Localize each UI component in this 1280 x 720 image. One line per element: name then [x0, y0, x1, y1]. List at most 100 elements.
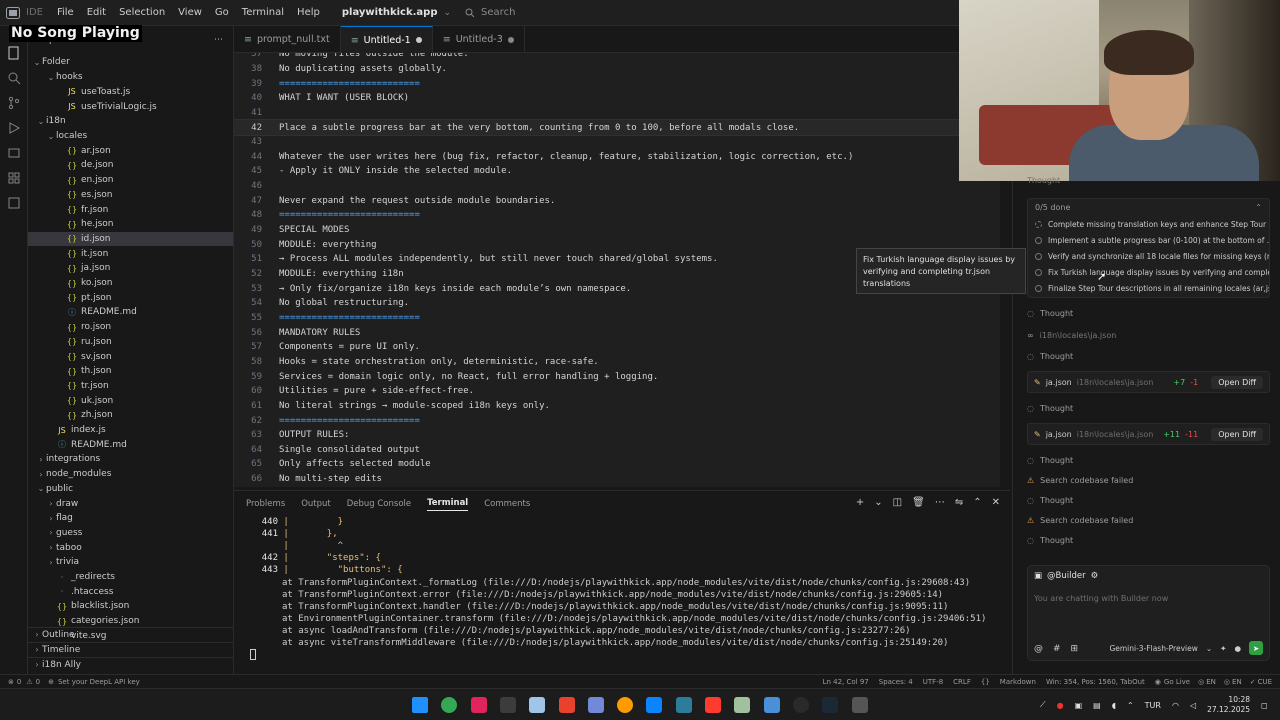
- send-button[interactable]: ➤: [1249, 641, 1263, 655]
- microphone-icon[interactable]: ●: [1234, 644, 1241, 653]
- window-info[interactable]: Win: 354, Pos: 1560, TabOut: [1046, 678, 1145, 686]
- warnings-count[interactable]: 0: [36, 678, 40, 686]
- taskbar-app-icon[interactable]: [851, 697, 868, 713]
- todo-item[interactable]: Implement a subtle progress bar (0-100) …: [1028, 232, 1269, 248]
- folder-item[interactable]: › taboo: [28, 540, 233, 555]
- menu-terminal[interactable]: Terminal: [242, 7, 284, 18]
- thought-row[interactable]: ◌ Thought: [1027, 352, 1073, 361]
- notifications-icon[interactable]: ◻: [1261, 701, 1268, 710]
- collapse-icon[interactable]: ⌃: [1255, 203, 1262, 212]
- search-failed-row[interactable]: ⚠ Search codebase failed: [1027, 516, 1133, 525]
- taskbar-app-icon[interactable]: [792, 697, 809, 713]
- code-line[interactable]: 59 Services = domain logic only, no React…: [234, 369, 1000, 384]
- code-line[interactable]: 45 - Apply it ONLY inside the selected mo…: [234, 164, 1000, 179]
- file-item[interactable]: {} de.json: [28, 158, 233, 173]
- code-line[interactable]: 41: [234, 106, 1000, 121]
- volume-icon[interactable]: ◁: [1190, 701, 1196, 710]
- folder-item[interactable]: › trivia: [28, 555, 233, 570]
- cue-item[interactable]: CUE: [1258, 678, 1272, 686]
- more-actions-icon[interactable]: ⋯: [214, 35, 223, 45]
- folder-item[interactable]: › node_modules: [28, 467, 233, 482]
- menu-file[interactable]: File: [57, 7, 74, 18]
- chat-tray-icon[interactable]: ▣: [1075, 701, 1083, 710]
- input-language[interactable]: TUR: [1145, 701, 1161, 710]
- menu-edit[interactable]: Edit: [87, 7, 106, 18]
- chevron-up-icon[interactable]: ⌃: [1127, 701, 1134, 710]
- hash-icon[interactable]: #: [1053, 644, 1061, 654]
- search-failed-row[interactable]: ⚠ Search codebase failed: [1027, 476, 1133, 485]
- file-item[interactable]: · .htaccess: [28, 585, 233, 600]
- tab-untitled-3[interactable]: ≡ Untitled-3: [433, 26, 525, 53]
- file-item[interactable]: {} ro.json: [28, 320, 233, 335]
- taskbar-app-icon[interactable]: [470, 697, 487, 713]
- file-item[interactable]: JS useToast.js: [28, 85, 233, 100]
- source-control-icon[interactable]: [0, 90, 28, 115]
- code-line[interactable]: 65 Only affects selected module: [234, 457, 1000, 472]
- unsaved-dot-icon[interactable]: [415, 37, 422, 43]
- file-item[interactable]: ⓘ README.md: [28, 305, 233, 320]
- chevron-down-icon[interactable]: ⌄: [1206, 644, 1212, 653]
- project-switcher[interactable]: playwithkick.app: [342, 7, 438, 18]
- agent-selector[interactable]: ▣ @Builder ⚙: [1034, 571, 1098, 581]
- encoding-setting[interactable]: UTF-8: [923, 678, 943, 686]
- indent-setting[interactable]: Spaces: 4: [879, 678, 913, 686]
- search-icon[interactable]: [0, 65, 28, 90]
- code-line[interactable]: 47 Never expand the request outside modul…: [234, 194, 1000, 209]
- folder-root[interactable]: ⌄ Folder: [28, 55, 233, 70]
- pen-icon[interactable]: ⟋: [1040, 700, 1046, 710]
- taskbar-app-icon[interactable]: [705, 697, 721, 713]
- file-item[interactable]: {} pt.json: [28, 291, 233, 306]
- path-ref-row[interactable]: ∞ i18n\locales\ja.json: [1027, 331, 1116, 340]
- app-logo-icon[interactable]: [0, 0, 26, 26]
- code-line[interactable]: 63 OUTPUT RULES:: [234, 428, 1000, 443]
- thought-row[interactable]: ◌ Thought: [1027, 496, 1073, 505]
- folder-item[interactable]: ⌄ hooks: [28, 70, 233, 85]
- command-search[interactable]: Search: [465, 7, 515, 18]
- explorer-icon[interactable]: [0, 40, 28, 65]
- file-item[interactable]: {} th.json: [28, 364, 233, 379]
- record-icon[interactable]: ●: [1057, 701, 1064, 710]
- taskbar-app-icon[interactable]: [558, 697, 575, 713]
- taskbar-app-icon[interactable]: [646, 697, 663, 713]
- code-line[interactable]: 61 No literal strings → module-scoped i18…: [234, 399, 1000, 414]
- taskbar-app-icon[interactable]: [675, 697, 692, 713]
- close-panel-icon[interactable]: ✕: [992, 497, 1000, 508]
- cursor-position[interactable]: Ln 42, Col 97: [823, 678, 869, 686]
- taskbar-app-icon[interactable]: [734, 697, 751, 713]
- file-item[interactable]: {} fr.json: [28, 202, 233, 217]
- thought-row[interactable]: Thought: [1027, 176, 1060, 185]
- code-line[interactable]: 40 WHAT I WANT (USER BLOCK): [234, 91, 1000, 106]
- file-item[interactable]: {} he.json: [28, 217, 233, 232]
- open-diff-button[interactable]: Open Diff: [1211, 427, 1263, 441]
- open-diff-button[interactable]: Open Diff: [1211, 375, 1263, 389]
- file-item[interactable]: · _redirects: [28, 570, 233, 585]
- go-live-button[interactable]: Go Live: [1164, 678, 1190, 686]
- taskbar-app-icon[interactable]: [617, 697, 634, 713]
- code-line[interactable]: 56 MANDATORY RULES: [234, 325, 1000, 340]
- file-item[interactable]: JS useTrivialLogic.js: [28, 99, 233, 114]
- settings-icon[interactable]: ⚙: [1091, 571, 1099, 581]
- split-terminal-icon[interactable]: ◫: [893, 497, 902, 508]
- chevron-down-icon[interactable]: ⌄: [444, 8, 452, 18]
- folder-item[interactable]: ⌄ i18n: [28, 114, 233, 129]
- new-terminal-icon[interactable]: +: [856, 497, 864, 508]
- panel-tab-debug-console[interactable]: Debug Console: [347, 499, 411, 509]
- code-line[interactable]: 48 ==========================: [234, 208, 1000, 223]
- tab-untitled-1[interactable]: ≡ Untitled-1: [340, 26, 433, 53]
- model-selector[interactable]: Gemini-3-Flash-Preview: [1109, 644, 1197, 653]
- thought-row[interactable]: ◌ Thought: [1027, 309, 1073, 318]
- file-item[interactable]: {} es.json: [28, 188, 233, 203]
- code-line[interactable]: 43: [234, 135, 1000, 150]
- menu-selection[interactable]: Selection: [119, 7, 165, 18]
- file-item[interactable]: JS index.js: [28, 423, 233, 438]
- code-line[interactable]: 64 Single consolidated output: [234, 443, 1000, 458]
- code-line[interactable]: 39 ==========================: [234, 76, 1000, 91]
- panel-tab-problems[interactable]: Problems: [246, 499, 285, 509]
- code-line[interactable]: 66 No multi-step edits: [234, 472, 1000, 487]
- wifi-icon[interactable]: ◠: [1172, 701, 1179, 710]
- braces-icon[interactable]: {}: [981, 678, 990, 686]
- code-line[interactable]: 57 Components = pure UI only.: [234, 340, 1000, 355]
- file-item[interactable]: {} en.json: [28, 173, 233, 188]
- code-line[interactable]: 55 ==========================: [234, 311, 1000, 326]
- sparkle-icon[interactable]: ✦: [1220, 644, 1226, 653]
